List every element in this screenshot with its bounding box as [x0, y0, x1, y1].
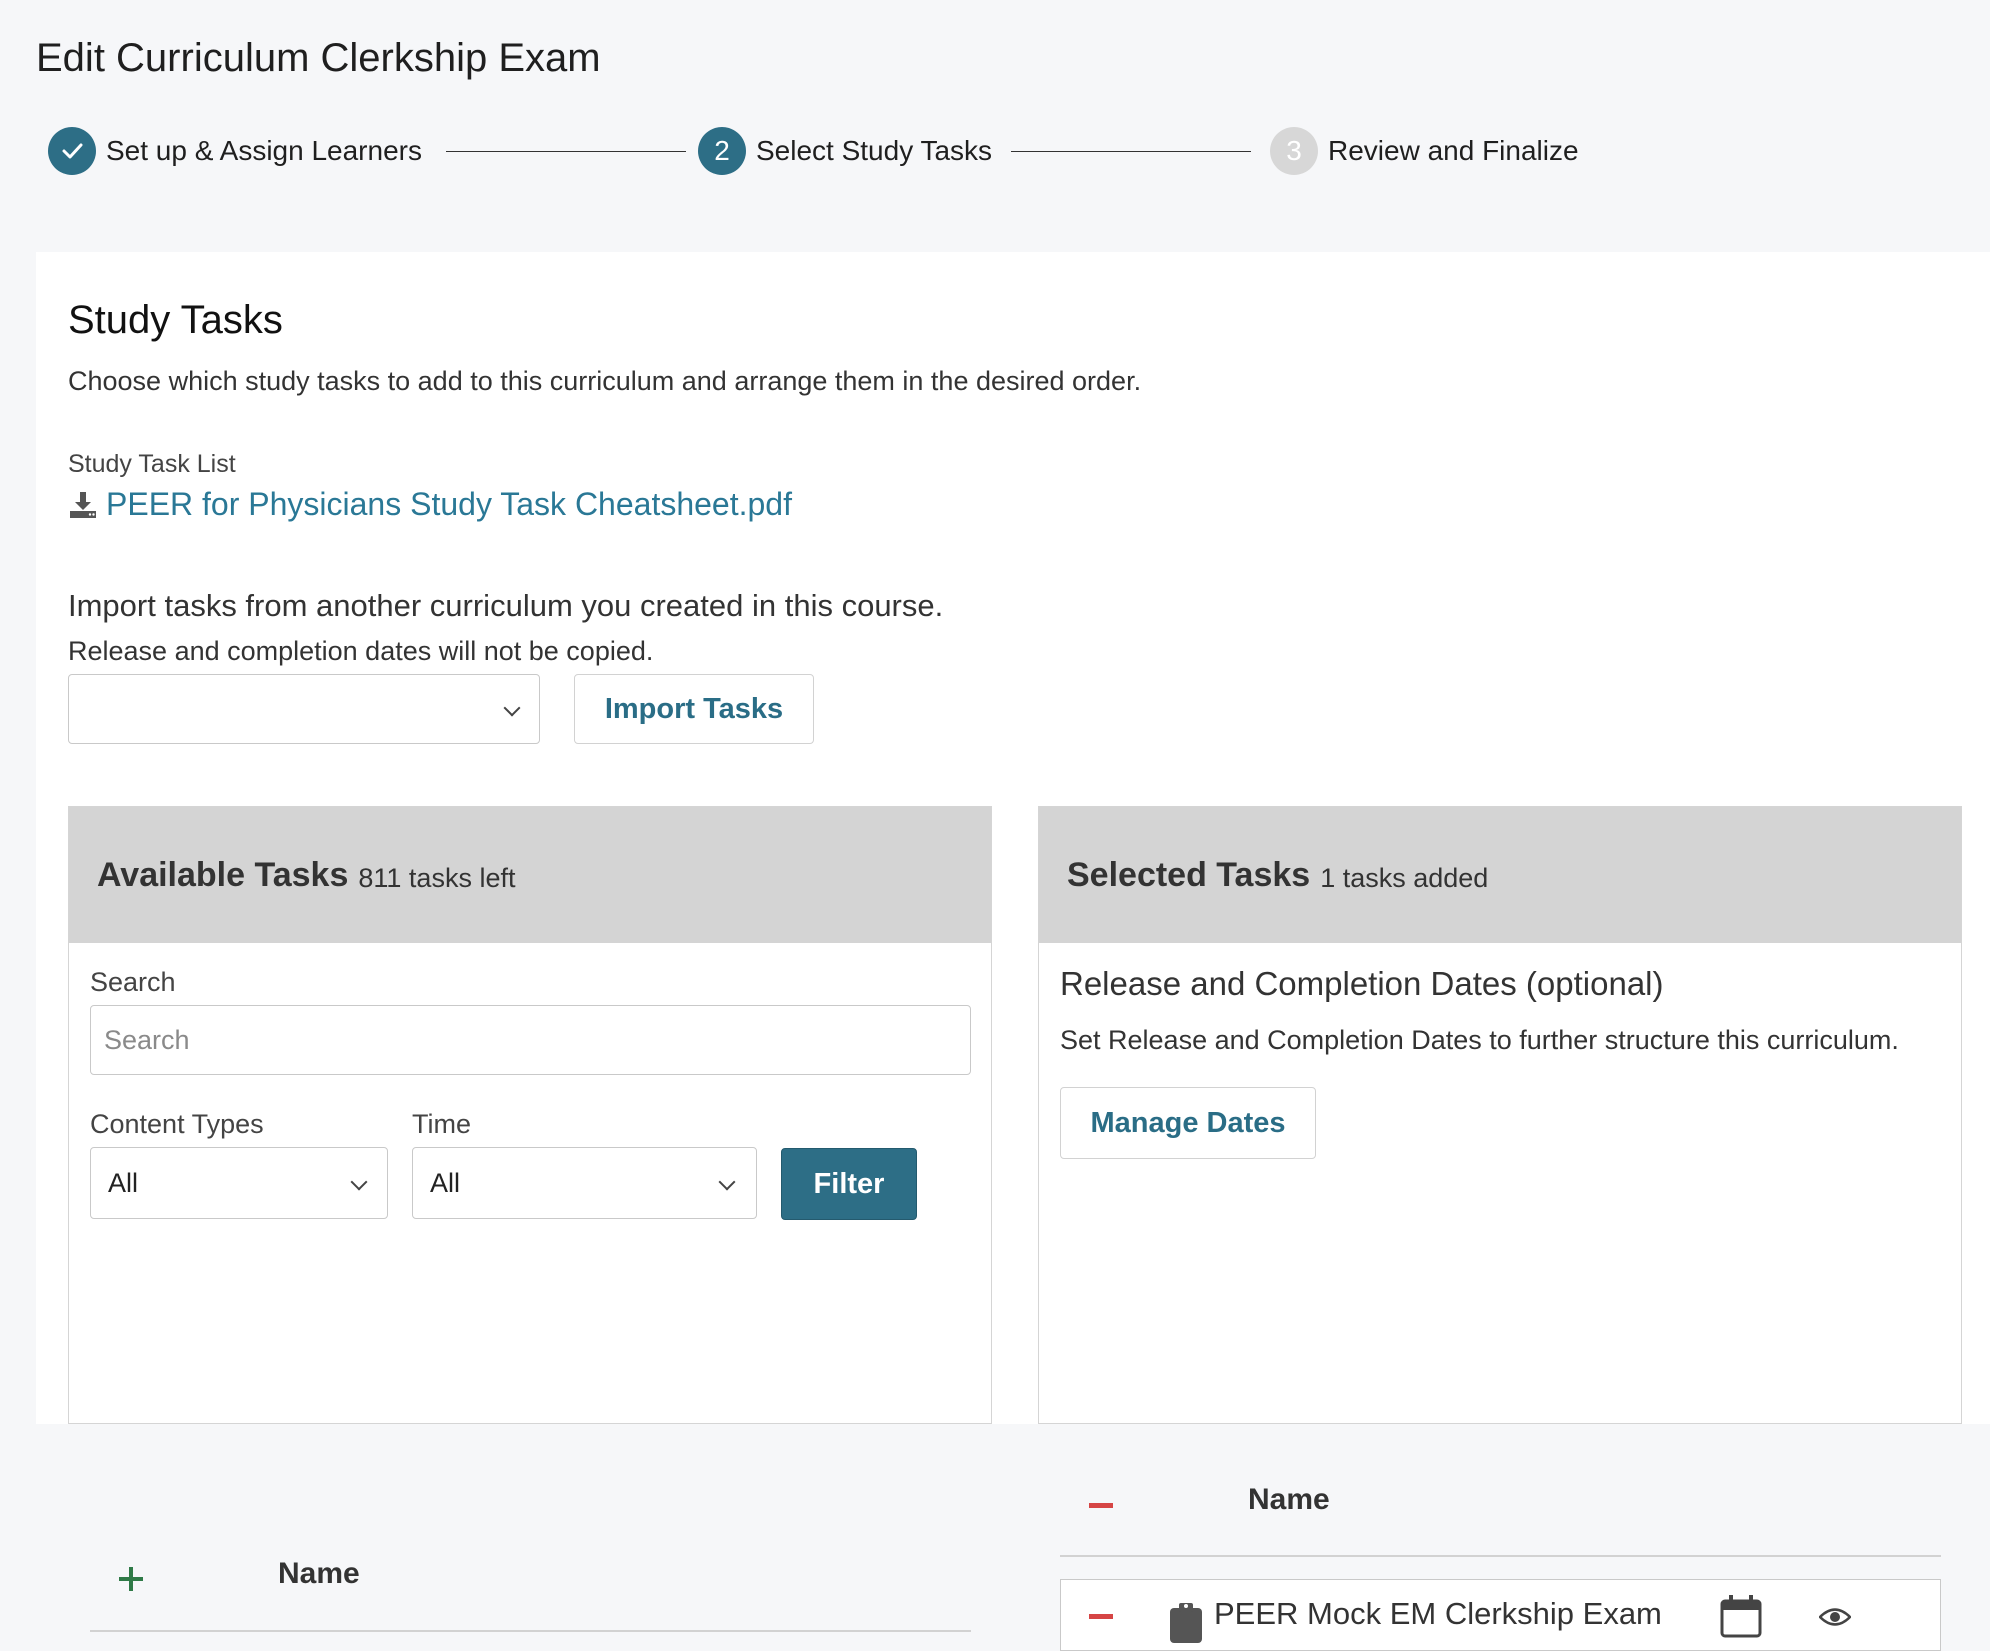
curriculum-select[interactable]	[68, 674, 540, 744]
available-tasks-panel: Available Tasks 811 tasks left Search Co…	[68, 806, 992, 1632]
step-label: Review and Finalize	[1328, 135, 1579, 166]
eye-icon[interactable]	[1819, 1606, 1851, 1628]
import-heading: Import tasks from another curriculum you…	[68, 588, 944, 623]
remove-task-icon[interactable]	[1089, 1614, 1113, 1619]
time-label: Time	[412, 1109, 471, 1139]
selected-tasks-count: 1 tasks added	[1320, 862, 1489, 893]
divider	[1060, 1555, 1941, 1557]
content-types-select[interactable]: All	[90, 1147, 388, 1219]
calendar-icon[interactable]	[1720, 1594, 1762, 1638]
selected-task-row[interactable]: PEER Mock EM Clerkship Exam	[1060, 1579, 1941, 1651]
study-task-list-label: Study Task List	[68, 450, 236, 478]
step-connector	[446, 151, 686, 152]
chevron-down-icon	[718, 1173, 736, 1191]
clipboard-icon	[1170, 1603, 1202, 1643]
step-connector	[1011, 151, 1251, 152]
step-label: Set up & Assign Learners	[106, 135, 422, 166]
step-number: 3	[1270, 127, 1318, 175]
step-review-finalize[interactable]: 3 Review and Finalize	[1270, 126, 1579, 176]
progress-stepper: Set up & Assign Learners 2 Select Study …	[48, 126, 1608, 176]
download-icon	[70, 491, 96, 518]
time-select[interactable]: All	[412, 1147, 757, 1219]
dates-title: Release and Completion Dates (optional)	[1060, 965, 1664, 1002]
available-tasks-title: Available Tasks	[97, 855, 349, 894]
search-input[interactable]	[90, 1005, 971, 1075]
selected-tasks-title: Selected Tasks	[1067, 855, 1311, 894]
step-label: Select Study Tasks	[756, 135, 993, 166]
available-tasks-header: Available Tasks 811 tasks left	[69, 807, 991, 943]
step-setup-assign-learners[interactable]: Set up & Assign Learners	[48, 126, 422, 176]
study-tasks-card: Study Tasks Choose which study tasks to …	[36, 252, 1990, 1651]
section-description: Choose which study tasks to add to this …	[68, 366, 1142, 396]
name-column-header: Name	[1248, 1483, 1330, 1516]
selected-tasks-header: Selected Tasks 1 tasks added	[1039, 807, 1961, 943]
time-value: All	[430, 1168, 461, 1198]
remove-all-icon[interactable]	[1089, 1503, 1113, 1508]
chevron-down-icon	[350, 1173, 368, 1191]
name-column-header: Name	[278, 1557, 360, 1590]
task-name: PEER Mock EM Clerkship Exam	[1214, 1596, 1662, 1631]
content-types-value: All	[108, 1168, 139, 1198]
search-label: Search	[90, 967, 176, 997]
section-title: Study Tasks	[68, 298, 283, 342]
add-all-icon[interactable]	[119, 1567, 143, 1591]
content-types-label: Content Types	[90, 1109, 264, 1139]
cheatsheet-download-link[interactable]: PEER for Physicians Study Task Cheatshee…	[68, 486, 792, 523]
cheatsheet-link-text: PEER for Physicians Study Task Cheatshee…	[106, 486, 792, 522]
import-note: Release and completion dates will not be…	[68, 636, 654, 666]
filter-button[interactable]: Filter	[781, 1148, 917, 1220]
checkmark-icon	[48, 127, 96, 175]
dates-description: Set Release and Completion Dates to furt…	[1060, 1025, 1899, 1055]
step-number: 2	[698, 127, 746, 175]
manage-dates-button[interactable]: Manage Dates	[1060, 1087, 1316, 1159]
page-title: Edit Curriculum Clerkship Exam	[36, 36, 601, 80]
available-tasks-count: 811 tasks left	[358, 862, 516, 893]
chevron-down-icon	[503, 699, 521, 717]
step-select-study-tasks[interactable]: 2 Select Study Tasks	[698, 126, 992, 176]
import-tasks-button[interactable]: Import Tasks	[574, 674, 814, 744]
divider	[90, 1630, 971, 1632]
selected-tasks-panel: Selected Tasks 1 tasks added Release and…	[1038, 806, 1962, 1651]
